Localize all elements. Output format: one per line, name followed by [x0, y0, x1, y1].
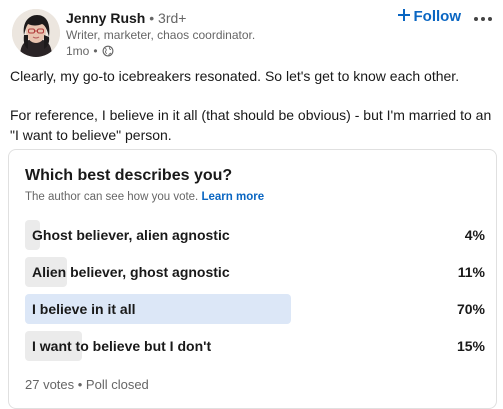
poll-card: Which best describes you? The author can…: [8, 149, 497, 409]
author-headline: Writer, marketer, chaos coordinator.: [66, 28, 256, 42]
author-name[interactable]: Jenny Rush: [66, 10, 145, 26]
poll-visibility-note: The author can see how you vote. Learn m…: [25, 191, 264, 203]
post-text-line-2: For reference, I believe in it all (that…: [10, 107, 492, 143]
globe-icon: [102, 45, 114, 57]
avatar-image: [12, 9, 60, 57]
poll-option-percent: 70%: [456, 301, 485, 317]
post-header: Jenny Rush • 3rd+ Writer, marketer, chao…: [12, 8, 495, 58]
more-options-button[interactable]: [471, 8, 495, 28]
poll-option-3: I believe in it all 70%: [25, 294, 485, 324]
poll-visibility-text: The author can see how you vote.: [25, 191, 199, 203]
follow-label: Follow: [413, 8, 462, 25]
post-meta: 1mo •: [66, 44, 114, 58]
poll-option-label: Alien believer, ghost agnostic: [32, 264, 230, 280]
meta-separator: •: [93, 44, 98, 58]
connection-degree-value: 3rd+: [158, 10, 187, 26]
poll-option-label: Ghost believer, alien agnostic: [32, 227, 230, 243]
poll-option-percent: 11%: [457, 264, 485, 280]
post-text-line-1: Clearly, my go-to icebreakers resonated.…: [10, 68, 460, 84]
poll-option-1: Ghost believer, alien agnostic 4%: [25, 220, 485, 250]
more-icon: [473, 9, 493, 26]
poll-option-4: I want to believe but I don't 15%: [25, 331, 485, 361]
poll-question: Which best describes you?: [25, 167, 233, 184]
post-time: 1mo: [66, 44, 90, 58]
poll-option-percent: 4%: [464, 227, 485, 243]
connection-degree: • 3rd+: [149, 10, 187, 26]
author-name-line: Jenny Rush • 3rd+: [66, 10, 186, 26]
poll-footer: 27 votes • Poll closed: [25, 377, 149, 392]
plus-icon: [397, 8, 410, 25]
poll-option-percent: 15%: [456, 338, 485, 354]
learn-more-link[interactable]: Learn more: [201, 191, 264, 203]
poll-option-2: Alien believer, ghost agnostic 11%: [25, 257, 485, 287]
follow-button[interactable]: Follow: [397, 8, 462, 25]
poll-option-label: I want to believe but I don't: [32, 338, 212, 354]
poll-option-label: I believe in it all: [32, 301, 136, 317]
avatar[interactable]: [12, 9, 60, 57]
